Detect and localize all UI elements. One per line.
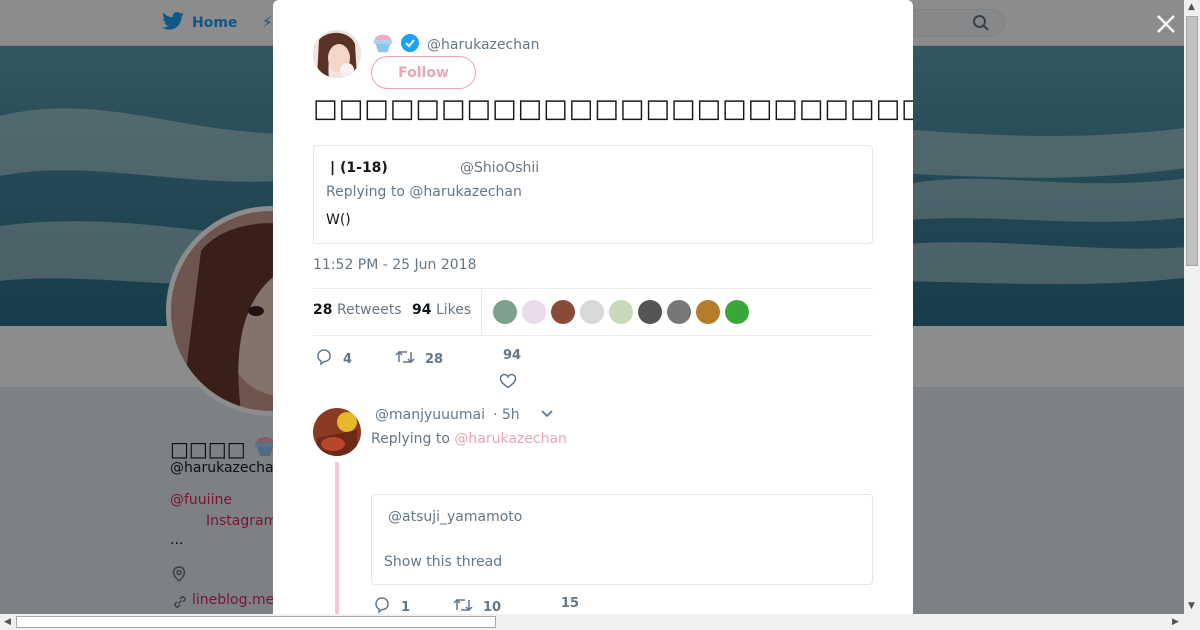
thread-connector-line: [335, 462, 339, 614]
horizontal-scrollbar-thumb[interactable]: [16, 616, 496, 628]
tweet-actions: 4 28 94: [313, 346, 873, 392]
reply-icon: [315, 348, 333, 370]
like-count: 94: [503, 348, 522, 363]
scroll-left-arrow-icon[interactable]: ◀: [4, 617, 11, 627]
tweet-text: □□□□□□□□□□□□□□□□□□□□□□□□□□□□□□□□□□□□□□□□…: [313, 94, 913, 124]
retweets-count: 28: [313, 302, 333, 318]
liker-avatar[interactable]: [725, 300, 749, 324]
quoted-replying-to: Replying to @harukazechan: [326, 184, 522, 200]
likes-label: Likes: [435, 302, 472, 318]
tweet-stats: 28 Retweets 94 Likes: [313, 288, 873, 336]
tweet-permalink-modal: @harukazechan Follow □□□□□□□□□□□□□□□□□□□…: [273, 0, 913, 614]
reply-reply-action[interactable]: 1: [373, 596, 410, 614]
reply-like-action[interactable]: 15: [561, 596, 579, 611]
likes-stat[interactable]: 94 Likes: [412, 302, 471, 318]
reply-retweet-count: 10: [483, 599, 502, 615]
liker-avatars: [493, 300, 749, 324]
follow-button[interactable]: Follow: [371, 56, 476, 89]
shaved-ice-emoji-icon: [371, 32, 395, 58]
chevron-down-icon[interactable]: [540, 407, 554, 423]
author-name-row: @harukazechan: [371, 32, 540, 58]
reply-retweet-action[interactable]: 10: [453, 596, 501, 614]
retweet-icon: [453, 596, 473, 614]
liker-avatar[interactable]: [551, 300, 575, 324]
liker-avatar[interactable]: [522, 300, 546, 324]
reply-content-card[interactable]: @atsuji_yamamoto Show this thread: [371, 494, 873, 585]
retweet-icon: [395, 348, 415, 370]
liker-avatar[interactable]: [696, 300, 720, 324]
quoted-author-name: | (1-18): [330, 160, 388, 176]
replying-to-handle[interactable]: @harukazechan: [454, 431, 567, 447]
reply-replying-to: Replying to @harukazechan: [371, 431, 567, 447]
verified-badge-icon: [401, 34, 419, 56]
reply-author-handle[interactable]: @manjyuuumai: [375, 407, 485, 423]
scroll-down-arrow-icon[interactable]: ▼: [1188, 601, 1195, 611]
likes-count: 94: [412, 302, 432, 318]
close-icon[interactable]: [1154, 12, 1178, 36]
reply-time[interactable]: · 5h: [493, 407, 520, 423]
reply-count: 4: [343, 351, 353, 367]
reply-author-avatar[interactable]: [313, 408, 361, 456]
liker-avatar[interactable]: [638, 300, 662, 324]
quoted-tweet[interactable]: | (1-18) @ShioOshii Replying to @harukaz…: [313, 145, 873, 244]
author-avatar[interactable]: [313, 30, 361, 78]
liker-avatar[interactable]: [493, 300, 517, 324]
reply-reply-count: 1: [401, 599, 411, 615]
liker-avatar[interactable]: [580, 300, 604, 324]
like-count-label: 94: [503, 348, 521, 363]
scroll-right-arrow-icon[interactable]: ▶: [1172, 617, 1179, 627]
retweet-count: 28: [425, 351, 444, 367]
replying-to-label: Replying to: [371, 431, 450, 447]
retweet-stat[interactable]: 28 Retweets: [313, 302, 402, 318]
reply-actions: 1 10 15: [371, 596, 873, 614]
stats-divider: [481, 289, 482, 335]
show-thread-link[interactable]: Show this thread: [384, 554, 502, 570]
retweet-action[interactable]: 28: [395, 348, 443, 370]
heart-icon[interactable]: [499, 372, 517, 394]
tweet-timestamp[interactable]: 11:52 PM - 25 Jun 2018: [313, 257, 477, 273]
reply-action[interactable]: 4: [315, 348, 352, 370]
author-handle[interactable]: @harukazechan: [427, 37, 540, 53]
reply-mention[interactable]: @atsuji_yamamoto: [388, 509, 522, 525]
retweets-label: Retweets: [336, 302, 402, 318]
vertical-scrollbar-thumb[interactable]: [1186, 16, 1198, 266]
scroll-up-arrow-icon[interactable]: ▲: [1188, 2, 1195, 12]
reply-header: @manjyuuumai · 5h: [375, 407, 554, 423]
reply-icon: [373, 596, 391, 614]
quoted-tweet-text: W(): [326, 212, 351, 228]
quoted-author-handle: @ShioOshii: [460, 160, 540, 176]
liker-avatar[interactable]: [609, 300, 633, 324]
reply-like-count: 15: [561, 596, 580, 611]
liker-avatar[interactable]: [667, 300, 691, 324]
